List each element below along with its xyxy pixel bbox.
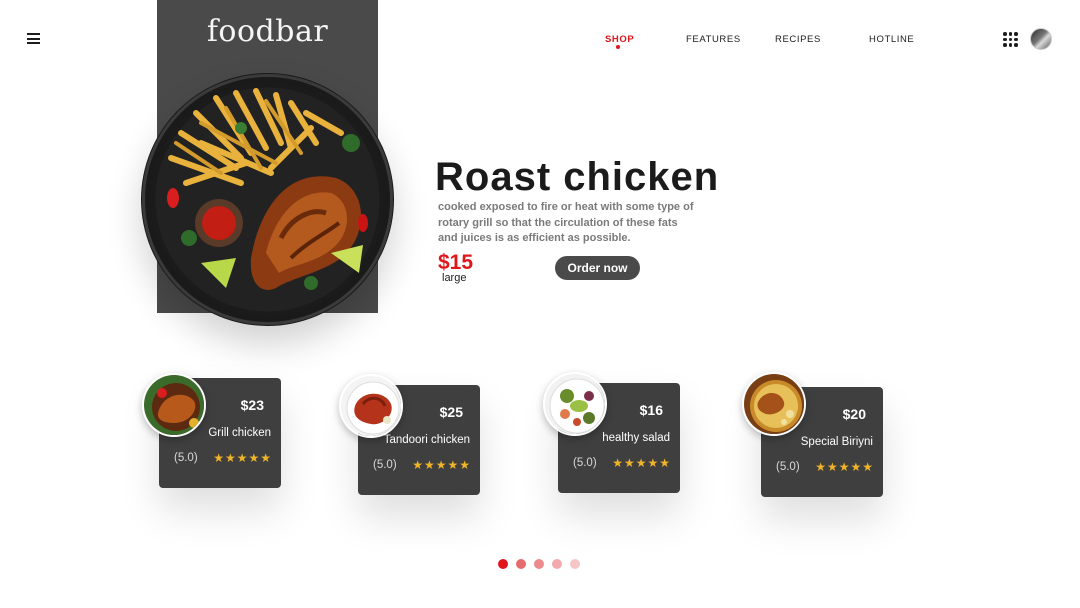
product-name: Special Biriyni bbox=[800, 436, 873, 448]
brand-logo[interactable]: foodbar bbox=[157, 14, 378, 49]
product-price: $25 bbox=[439, 404, 463, 420]
roast-chicken-image bbox=[141, 73, 394, 326]
grill-chicken-image bbox=[142, 373, 206, 437]
product-name: healthy salad bbox=[602, 432, 670, 444]
rating-stars-icon: ★★★★★ bbox=[213, 451, 272, 465]
user-avatar[interactable] bbox=[1030, 28, 1052, 50]
nav-active-indicator bbox=[616, 45, 620, 49]
hero-size-label: large bbox=[442, 272, 467, 284]
order-now-button[interactable]: Order now bbox=[555, 256, 640, 280]
page-dot-2[interactable] bbox=[516, 559, 526, 569]
hero-title: Roast chicken bbox=[435, 155, 720, 199]
product-rating: (5.0) bbox=[373, 459, 397, 471]
nav-features[interactable]: FEATURES bbox=[686, 34, 741, 45]
product-rating: (5.0) bbox=[573, 457, 597, 469]
rating-stars-icon: ★★★★★ bbox=[612, 456, 671, 470]
product-rating: (5.0) bbox=[776, 461, 800, 473]
product-price: $20 bbox=[842, 406, 866, 422]
product-price: $16 bbox=[639, 402, 663, 418]
hamburger-menu-icon[interactable] bbox=[27, 33, 40, 45]
product-name: Grill chicken bbox=[208, 427, 271, 439]
page-dot-4[interactable] bbox=[552, 559, 562, 569]
page-dot-5[interactable] bbox=[570, 559, 580, 569]
tandoori-chicken-image bbox=[339, 374, 403, 438]
nav-hotline[interactable]: HOTLINE bbox=[869, 34, 914, 45]
page-dot-1[interactable] bbox=[498, 559, 508, 569]
carousel-pagination bbox=[498, 559, 580, 569]
healthy-salad-image bbox=[543, 372, 607, 436]
page-dot-3[interactable] bbox=[534, 559, 544, 569]
hero-description: cooked exposed to fire or heat with some… bbox=[438, 201, 694, 244]
nav-shop[interactable]: SHOP bbox=[605, 34, 634, 45]
apps-grid-icon[interactable] bbox=[1003, 32, 1018, 47]
nav-recipes[interactable]: RECIPES bbox=[775, 34, 821, 45]
biryani-image bbox=[742, 372, 806, 436]
product-price: $23 bbox=[240, 397, 264, 413]
product-name: Tandoori chicken bbox=[383, 434, 470, 446]
rating-stars-icon: ★★★★★ bbox=[412, 458, 471, 472]
product-rating: (5.0) bbox=[174, 452, 198, 464]
rating-stars-icon: ★★★★★ bbox=[815, 460, 874, 474]
